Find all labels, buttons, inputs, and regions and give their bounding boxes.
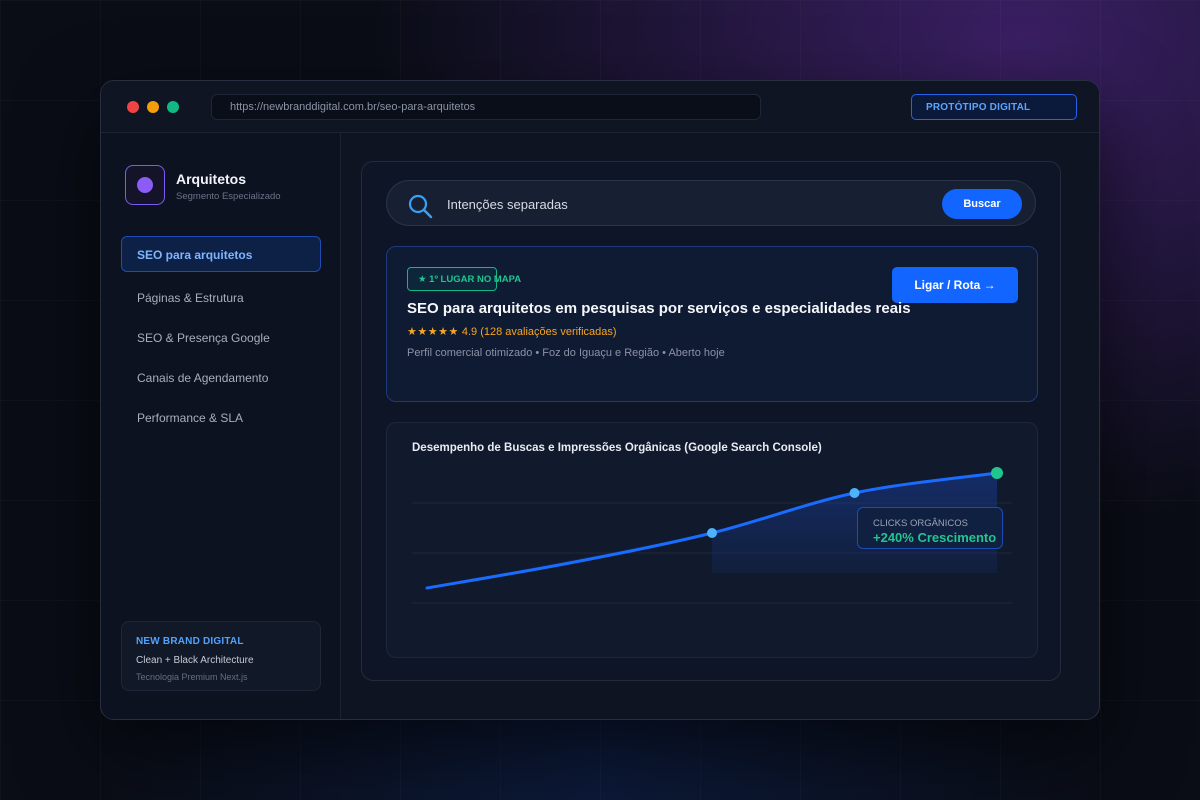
sidebar-item-seo-presenca-google[interactable]: SEO & Presença Google (121, 319, 321, 355)
search-bar[interactable]: Intenções separadas Buscar (386, 180, 1036, 226)
brand-info-line2: Tecnologia Premium Next.js (136, 672, 248, 682)
result-title[interactable]: SEO para arquitetos em pesquisas por ser… (407, 300, 911, 317)
stat-value: +240% Crescimento (873, 530, 997, 545)
brand-info-line1: Clean + Black Architecture (136, 655, 254, 666)
brand-subtitle: Segmento Especializado (176, 191, 281, 202)
address-bar[interactable]: https://newbranddigital.com.br/seo-para-… (211, 94, 761, 120)
search-button[interactable]: Buscar (942, 189, 1022, 219)
organic-clicks-stat: CLICKS ORGÂNICOS +240% Crescimento (857, 507, 1003, 549)
brand-info-card: NEW BRAND DIGITAL Clean + Black Architec… (121, 621, 321, 691)
chart-data-point[interactable] (991, 467, 1003, 479)
search-input[interactable]: Intenções separadas (447, 197, 568, 212)
rating-stars: ★★★★★ (407, 326, 459, 338)
brand-info-title: NEW BRAND DIGITAL (136, 636, 244, 647)
chart-card: Desempenho de Buscas e Impressões Orgâni… (386, 422, 1038, 658)
brand-title: Arquitetos (176, 171, 246, 187)
close-window-dot[interactable] (127, 101, 139, 113)
call-route-button[interactable]: Ligar / Rota → (892, 267, 1018, 303)
chart-data-point[interactable] (849, 488, 860, 498)
search-result-card[interactable]: ★ 1º LUGAR NO MAPA Ligar / Rota → SEO pa… (386, 246, 1038, 402)
prototype-badge: PROTÓTIPO DIGITAL (911, 94, 1077, 120)
main-panel: Intenções separadas Buscar ★ 1º LUGAR NO… (361, 161, 1061, 681)
rating: ★★★★★ 4.9 (128 avaliações verificadas) (407, 325, 617, 338)
minimize-window-dot[interactable] (147, 101, 159, 113)
rank-badge: ★ 1º LUGAR NO MAPA (407, 267, 521, 291)
sidebar-item-seo-arquitetos[interactable]: SEO para arquitetos (121, 236, 321, 272)
sidebar: Arquitetos Segmento Especializado SEO pa… (101, 133, 341, 719)
sidebar-item-performance-sla[interactable]: Performance & SLA (121, 399, 321, 435)
browser-window: https://newbranddigital.com.br/seo-para-… (100, 80, 1100, 720)
brand-logo-icon (125, 165, 165, 205)
search-icon (408, 194, 433, 219)
rating-text: 4.9 (128 avaliações verificadas) (461, 326, 617, 338)
chart-data-point[interactable] (707, 528, 717, 538)
result-meta: Perfil comercial otimizado • Foz do Igua… (407, 347, 725, 359)
title-bar: https://newbranddigital.com.br/seo-para-… (101, 81, 1099, 133)
sidebar-item-paginas-estrutura[interactable]: Páginas & Estrutura (121, 279, 321, 315)
sidebar-item-canais-agendamento[interactable]: Canais de Agendamento (121, 359, 321, 395)
stat-label: CLICKS ORGÂNICOS (873, 518, 969, 529)
maximize-window-dot[interactable] (167, 101, 179, 113)
